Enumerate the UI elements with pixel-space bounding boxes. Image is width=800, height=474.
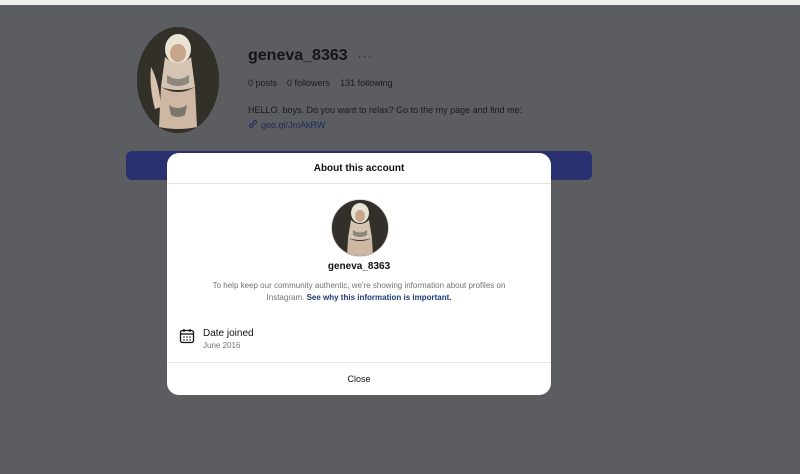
date-joined-label: Date joined xyxy=(203,328,254,339)
learn-more-link[interactable]: See why this information is important. xyxy=(307,293,452,302)
profile-stats: 0 posts 0 followers 131 following xyxy=(248,78,393,88)
profile-link-text[interactable]: goo.gl/JmAkRW xyxy=(261,120,325,130)
following-count[interactable]: 131 following xyxy=(340,78,393,88)
more-dots-icon[interactable]: ··· xyxy=(358,50,373,62)
close-button[interactable]: Close xyxy=(167,363,551,395)
date-joined-row: Date joined June 2016 xyxy=(179,328,254,352)
modal-header: About this account xyxy=(167,153,551,184)
modal-avatar xyxy=(331,199,389,257)
posts-count: 0 posts xyxy=(248,78,278,88)
modal-photo xyxy=(332,200,388,256)
profile-avatar[interactable] xyxy=(137,27,219,133)
profile-photo xyxy=(137,27,219,133)
modal-username: geneva_8363 xyxy=(327,261,391,272)
profile-link[interactable]: goo.gl/JmAkRW xyxy=(248,119,325,131)
link-icon xyxy=(248,119,258,131)
close-label: Close xyxy=(347,374,371,384)
modal-title: About this account xyxy=(313,162,405,174)
profile-bio: HELLO. boys. Do you want to relax? Go to… xyxy=(248,105,523,115)
profile-username: geneva_8363 xyxy=(248,47,348,64)
modal-description: To help keep our community authentic, we… xyxy=(195,280,523,304)
about-account-modal: About this account geneva_8363 To help k… xyxy=(167,153,551,395)
calendar-icon xyxy=(179,328,195,349)
followers-count[interactable]: 0 followers xyxy=(287,78,330,88)
date-joined-value: June 2016 xyxy=(203,341,241,350)
